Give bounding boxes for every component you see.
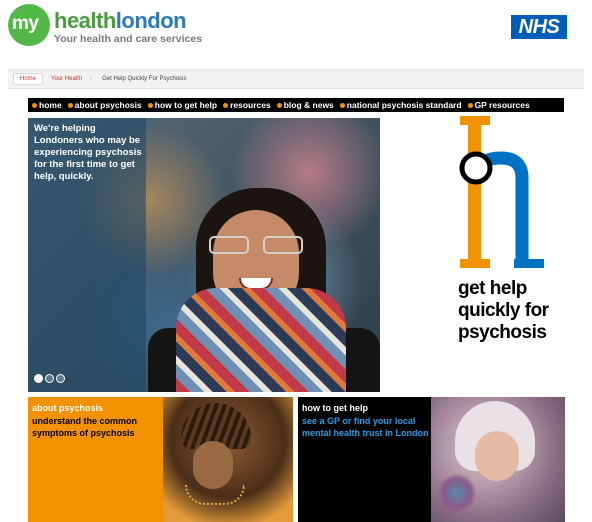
- glasses-lens-right: [263, 236, 303, 254]
- h-arch-foot: [514, 259, 544, 268]
- hero-slideshow[interactable]: We're helping Londoners who may be exper…: [28, 118, 380, 392]
- glasses-icon: [209, 236, 303, 256]
- card-photo: [163, 397, 293, 522]
- nav-label: GP resources: [474, 100, 530, 110]
- hero-caption: We're helping Londoners who may be exper…: [34, 123, 142, 182]
- breadcrumb-current: Get Help Quickly For Psychosis: [102, 76, 187, 82]
- myhealthlondon-logo[interactable]: my healthlondon Your health and care ser…: [8, 4, 202, 48]
- nav-item-national-psychosis-standard[interactable]: national psychosis standard: [339, 100, 462, 110]
- logo-wordmark: healthlondon: [54, 8, 187, 33]
- bullet-icon: [223, 102, 229, 108]
- breadcrumb: Home Your Health › Get Help Quickly For …: [8, 69, 584, 89]
- nav-item-gp-resources[interactable]: GP resources: [467, 100, 530, 110]
- photo-necklace: [185, 485, 245, 505]
- get-help-tagline: get help quickly for psychosis: [458, 278, 549, 343]
- slide-dot-1[interactable]: [34, 374, 43, 383]
- photo-face: [475, 431, 519, 481]
- bullet-icon: [339, 102, 345, 108]
- slide-dot-3[interactable]: [56, 374, 65, 383]
- nav-item-about-psychosis[interactable]: about psychosis: [67, 100, 142, 110]
- bullet-icon: [32, 102, 37, 108]
- logo-my-text: my: [12, 13, 39, 34]
- slide-indicators: [34, 374, 67, 383]
- logo-health-text: health: [54, 8, 116, 33]
- bullet-icon: [67, 102, 73, 108]
- hero-person-scarf: [176, 288, 346, 392]
- nav-label: home: [39, 100, 62, 110]
- breadcrumb-home[interactable]: Home: [13, 73, 44, 85]
- card-body-link[interactable]: see a GP or find your local mental healt…: [302, 415, 432, 439]
- breadcrumb-your-health[interactable]: Your Health: [45, 74, 88, 84]
- breadcrumb-separator-icon: ›: [90, 76, 93, 82]
- h-ring: [459, 151, 493, 185]
- nav-item-blog-news[interactable]: blog & news: [276, 100, 334, 110]
- nav-item-home[interactable]: home: [32, 100, 62, 110]
- h-stem: [468, 116, 481, 268]
- card-title: about psychosis: [32, 403, 104, 413]
- get-help-h-logo-icon: [459, 116, 544, 268]
- card-title: how to get help: [302, 403, 368, 413]
- nhs-logo[interactable]: NHS: [511, 15, 567, 39]
- bullet-icon: [467, 102, 473, 108]
- nav-label: national psychosis standard: [346, 100, 462, 110]
- glasses-lens-left: [209, 236, 249, 254]
- nav-label: how to get help: [154, 100, 218, 110]
- logo-london-text: london: [115, 8, 187, 33]
- photo-face: [193, 441, 233, 489]
- card-how-to-get-help[interactable]: how to get help see a GP or find your lo…: [298, 397, 565, 522]
- nav-label: blog & news: [283, 100, 334, 110]
- slide-dot-2[interactable]: [45, 374, 54, 383]
- bullet-icon: [147, 102, 153, 108]
- logo-tagline: Your health and care services: [54, 33, 203, 45]
- bullet-icon: [276, 102, 282, 108]
- card-photo: [431, 397, 565, 522]
- card-body: understand the common symptoms of psycho…: [32, 416, 138, 438]
- main-nav: home about psychosis how to get help res…: [28, 98, 564, 112]
- photo-tattoo: [437, 473, 477, 513]
- nav-label: resources: [230, 100, 271, 110]
- card-about-psychosis[interactable]: about psychosis understand the common sy…: [28, 397, 293, 522]
- nav-item-resources[interactable]: resources: [223, 100, 271, 110]
- h-bottom-bar: [460, 259, 490, 268]
- nav-label: about psychosis: [74, 100, 142, 110]
- nav-item-how-to-get-help[interactable]: how to get help: [147, 100, 218, 110]
